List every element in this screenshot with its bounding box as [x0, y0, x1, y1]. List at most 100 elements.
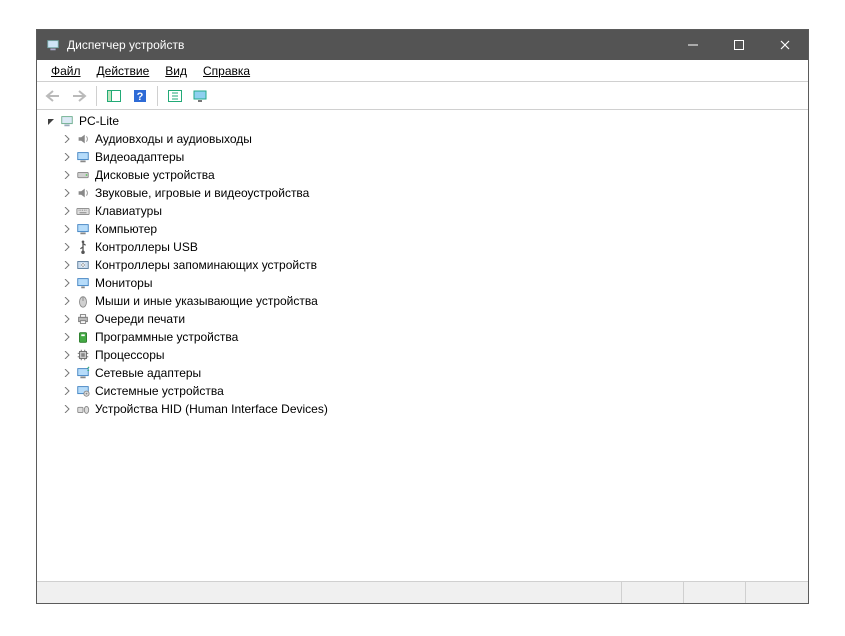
tree-root-label: PC-Lite	[79, 114, 119, 128]
expander-icon[interactable]	[61, 313, 73, 325]
menu-view[interactable]: Вид	[157, 62, 195, 80]
expander-icon[interactable]	[61, 241, 73, 253]
show-hide-tree-button[interactable]	[102, 85, 126, 107]
tree-category-node[interactable]: Сетевые адаптеры	[61, 364, 806, 382]
expander-icon[interactable]	[61, 277, 73, 289]
tree-item-label: Очереди печати	[95, 312, 185, 326]
system-icon	[75, 383, 91, 399]
mouse-icon	[75, 293, 91, 309]
tree-item-label: Мыши и иные указывающие устройства	[95, 294, 318, 308]
disk-icon	[75, 167, 91, 183]
expander-icon[interactable]	[61, 331, 73, 343]
status-cell	[684, 582, 746, 603]
expander-icon[interactable]	[61, 187, 73, 199]
window-controls	[670, 30, 808, 60]
tree-category-node[interactable]: Аудиовходы и аудиовыходы	[61, 130, 806, 148]
tree-category-node[interactable]: Программные устройства	[61, 328, 806, 346]
expander-icon[interactable]	[61, 133, 73, 145]
tree-category-node[interactable]: Очереди печати	[61, 310, 806, 328]
expander-icon[interactable]	[61, 349, 73, 361]
tree-item: Программные устройства	[61, 328, 806, 346]
menu-file[interactable]: Файл	[43, 62, 89, 80]
maximize-button[interactable]	[716, 30, 762, 60]
device-tree: PC-Lite Аудиовходы и аудиовыходы Видеоада…	[39, 112, 806, 418]
tree-item: Контроллеры USB	[61, 238, 806, 256]
tree-item-label: Программные устройства	[95, 330, 238, 344]
expander-icon[interactable]	[45, 115, 57, 127]
storage-controller-icon	[75, 257, 91, 273]
hid-icon	[75, 401, 91, 417]
tree-item-label: Устройства HID (Human Interface Devices)	[95, 402, 328, 416]
monitor-icon	[75, 275, 91, 291]
tree-category-node[interactable]: Мониторы	[61, 274, 806, 292]
device-tree-panel[interactable]: PC-Lite Аудиовходы и аудиовыходы Видеоада…	[37, 110, 808, 581]
expander-icon[interactable]	[61, 205, 73, 217]
statusbar	[37, 581, 808, 603]
menu-action[interactable]: Действие	[89, 62, 158, 80]
menu-help[interactable]: Справка	[195, 62, 258, 80]
tree-item: Очереди печати	[61, 310, 806, 328]
tree-item-label: Аудиовходы и аудиовыходы	[95, 132, 252, 146]
printer-icon	[75, 311, 91, 327]
tree-item: Клавиатуры	[61, 202, 806, 220]
tree-item-label: Системные устройства	[95, 384, 224, 398]
expander-icon[interactable]	[61, 223, 73, 235]
tree-item: Контроллеры запоминающих устройств	[61, 256, 806, 274]
expander-icon[interactable]	[61, 259, 73, 271]
window-title: Диспетчер устройств	[67, 38, 670, 52]
expander-icon[interactable]	[61, 403, 73, 415]
tree-category-node[interactable]: Клавиатуры	[61, 202, 806, 220]
tree-item-label: Клавиатуры	[95, 204, 162, 218]
tree-item: Аудиовходы и аудиовыходы	[61, 130, 806, 148]
svg-text:?: ?	[137, 91, 144, 103]
toolbar: ?	[37, 82, 808, 110]
titlebar[interactable]: Диспетчер устройств	[37, 30, 808, 60]
expander-icon[interactable]	[61, 151, 73, 163]
tree-item-label: Сетевые адаптеры	[95, 366, 201, 380]
tree-category-node[interactable]: Процессоры	[61, 346, 806, 364]
tree-category-node[interactable]: Компьютер	[61, 220, 806, 238]
display-adapter-icon	[75, 149, 91, 165]
tree-category-node[interactable]: Контроллеры USB	[61, 238, 806, 256]
scan-hardware-button[interactable]	[163, 85, 187, 107]
tree-root-node[interactable]: PC-Lite	[39, 112, 806, 130]
help-button[interactable]: ?	[128, 85, 152, 107]
back-button[interactable]	[41, 85, 65, 107]
tree-item: Компьютер	[61, 220, 806, 238]
audio-icon	[75, 131, 91, 147]
expander-icon[interactable]	[61, 295, 73, 307]
status-cell	[622, 582, 684, 603]
keyboard-icon	[75, 203, 91, 219]
software-device-icon	[75, 329, 91, 345]
tree-item-label: Дисковые устройства	[95, 168, 215, 182]
tree-item: Сетевые адаптеры	[61, 364, 806, 382]
cpu-icon	[75, 347, 91, 363]
forward-button[interactable]	[67, 85, 91, 107]
tree-category-node[interactable]: Устройства HID (Human Interface Devices)	[61, 400, 806, 418]
tree-item: Мониторы	[61, 274, 806, 292]
close-button[interactable]	[762, 30, 808, 60]
tree-item-label: Видеоадаптеры	[95, 150, 184, 164]
app-icon	[45, 37, 61, 53]
usb-icon	[75, 239, 91, 255]
tree-category-node[interactable]: Системные устройства	[61, 382, 806, 400]
tree-category-node[interactable]: Видеоадаптеры	[61, 148, 806, 166]
expander-icon[interactable]	[61, 385, 73, 397]
tree-category-node[interactable]: Дисковые устройства	[61, 166, 806, 184]
expander-icon[interactable]	[61, 367, 73, 379]
tree-item: Системные устройства	[61, 382, 806, 400]
tree-category-node[interactable]: Звуковые, игровые и видеоустройства	[61, 184, 806, 202]
computer-icon	[75, 221, 91, 237]
tree-item-label: Контроллеры USB	[95, 240, 198, 254]
tree-category-node[interactable]: Контроллеры запоминающих устройств	[61, 256, 806, 274]
minimize-button[interactable]	[670, 30, 716, 60]
status-cell	[37, 582, 622, 603]
menubar: Файл Действие Вид Справка	[37, 60, 808, 82]
audio-icon	[75, 185, 91, 201]
status-cell	[746, 582, 808, 603]
expander-icon[interactable]	[61, 169, 73, 181]
monitor-devices-button[interactable]	[189, 85, 213, 107]
tree-item: Устройства HID (Human Interface Devices)	[61, 400, 806, 418]
tree-category-node[interactable]: Мыши и иные указывающие устройства	[61, 292, 806, 310]
network-icon	[75, 365, 91, 381]
